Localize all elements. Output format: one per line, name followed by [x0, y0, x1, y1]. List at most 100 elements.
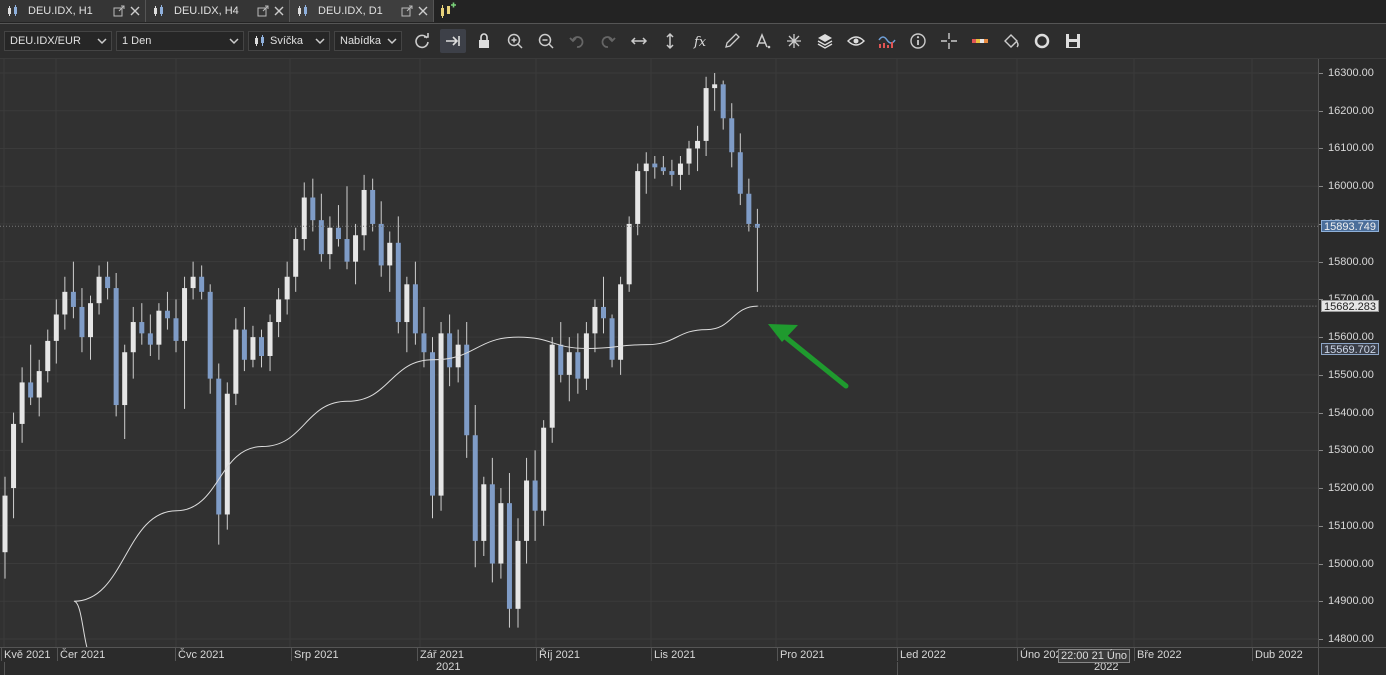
vertical-stretch-button[interactable] — [657, 29, 683, 53]
annotation-arrow — [781, 333, 849, 389]
horizontal-stretch-button[interactable] — [626, 29, 652, 53]
candle-body — [353, 235, 359, 262]
last-price-tag: 15893.749 — [1321, 220, 1379, 233]
month-separator — [417, 648, 418, 661]
close-icon[interactable] — [417, 5, 429, 17]
candle-body — [310, 197, 316, 221]
candle-body — [241, 329, 247, 360]
chart-type-value: Svíčka — [270, 35, 304, 47]
side-value: Nabídka — [340, 35, 381, 47]
layers-icon — [817, 34, 833, 49]
candle-body — [464, 344, 470, 436]
month-label: Dub 2022 — [1255, 649, 1303, 661]
candle-body — [53, 314, 59, 341]
shift-chart-button[interactable] — [440, 29, 466, 53]
chart-type-select[interactable]: Svíčka — [248, 31, 330, 51]
price-tick-label: 15300.00 — [1319, 444, 1374, 457]
month-separator — [291, 648, 292, 661]
add-chart-icon[interactable] — [438, 2, 456, 20]
candle-body — [370, 189, 376, 224]
candle-body — [524, 480, 530, 541]
candle-body — [301, 197, 307, 240]
zoom-out-button[interactable] — [533, 29, 559, 53]
candle-body — [190, 276, 196, 289]
period-value: 1 Den — [122, 35, 152, 47]
tab-deu-idx-h1[interactable]: DEU.IDX, H1 — [0, 0, 146, 22]
indicator-button[interactable] — [874, 29, 900, 53]
candle-body — [686, 148, 692, 164]
layers-button[interactable] — [812, 29, 838, 53]
candle-body — [182, 288, 188, 341]
time-axis[interactable]: Kvě 2021 Čer 2021 Čvc 2021 Srp 2021 Zář 2021… — [0, 647, 1318, 675]
crosshair-time-label: 22:00 21 Úno — [1058, 649, 1131, 663]
info-button[interactable] — [905, 29, 931, 53]
price-tick-label: 16300.00 — [1319, 67, 1374, 79]
candle-body — [327, 227, 333, 255]
axis-corner — [1318, 647, 1386, 675]
candle-body — [729, 118, 735, 153]
chevron-down-icon — [315, 38, 325, 45]
drawing-objects-button[interactable] — [781, 29, 807, 53]
price-axis[interactable]: 16300.0016200.0016100.0016000.0015900.00… — [1318, 59, 1386, 647]
color-bar-button[interactable] — [967, 29, 993, 53]
cycle-button[interactable] — [1029, 29, 1055, 53]
pencil-button[interactable] — [719, 29, 745, 53]
year-separator — [4, 662, 5, 675]
candle-body — [216, 378, 222, 515]
candlestick-chart[interactable] — [0, 59, 1318, 647]
text-tool-button[interactable] — [750, 29, 776, 53]
popout-icon[interactable] — [113, 5, 125, 17]
tab-deu-idx-h4[interactable]: DEU.IDX, H4 — [146, 0, 290, 22]
candle-body — [737, 152, 743, 194]
candle-body — [378, 223, 384, 266]
candle-body — [703, 88, 709, 141]
candle-body — [720, 84, 726, 119]
price-tick-label: 16000.00 — [1319, 180, 1374, 193]
lock-button[interactable] — [471, 29, 497, 53]
candle-body — [549, 344, 555, 428]
visibility-button[interactable] — [843, 29, 869, 53]
popout-icon[interactable] — [401, 5, 413, 17]
period-select[interactable]: 1 Den — [116, 31, 244, 51]
candle-body — [122, 352, 128, 406]
instrument-select[interactable]: DEU.IDX/EUR — [4, 31, 112, 51]
candle-body — [130, 322, 136, 353]
candle-body — [387, 242, 393, 266]
price-tick-label: 15100.00 — [1319, 519, 1374, 532]
redo-button[interactable] — [595, 29, 621, 53]
candlestick-icon — [255, 35, 264, 46]
crosshair-button[interactable] — [936, 29, 962, 53]
candle-body — [575, 352, 581, 379]
month-label: Led 2022 — [900, 649, 946, 661]
candle-body — [224, 393, 230, 515]
year-label-2021: 2021 — [436, 661, 461, 673]
save-button[interactable] — [1060, 29, 1086, 53]
tab-deu-idx-d1[interactable]: DEU.IDX, D1 — [290, 0, 434, 22]
candle-body — [489, 484, 495, 564]
chart-plot-area[interactable] — [0, 59, 1318, 647]
candle-body — [96, 276, 102, 304]
candlestick-icon — [8, 5, 17, 16]
candle-body — [79, 306, 85, 338]
formula-button[interactable]: fx — [688, 29, 714, 53]
close-icon[interactable] — [273, 5, 285, 17]
annotation-arrowhead — [768, 324, 798, 342]
candle-body — [677, 163, 683, 175]
undo-button[interactable] — [564, 29, 590, 53]
chevron-down-icon — [97, 38, 107, 45]
horizontal-stretch-icon — [630, 37, 648, 45]
candle-body — [643, 163, 649, 172]
zoom-in-button[interactable] — [502, 29, 528, 53]
candle-body — [558, 344, 564, 375]
paint-button[interactable] — [998, 29, 1024, 53]
refresh-button[interactable] — [409, 29, 435, 53]
month-label: Kvě 2021 — [4, 649, 51, 661]
candle-body — [746, 193, 752, 224]
price-tick-label: 16100.00 — [1319, 142, 1374, 155]
popout-icon[interactable] — [257, 5, 269, 17]
side-select[interactable]: Nabídka — [334, 31, 402, 51]
indicator-icon — [878, 36, 896, 48]
close-icon[interactable] — [129, 5, 141, 17]
candle-body — [147, 333, 153, 345]
price-tick-label: 14800.00 — [1319, 633, 1374, 645]
